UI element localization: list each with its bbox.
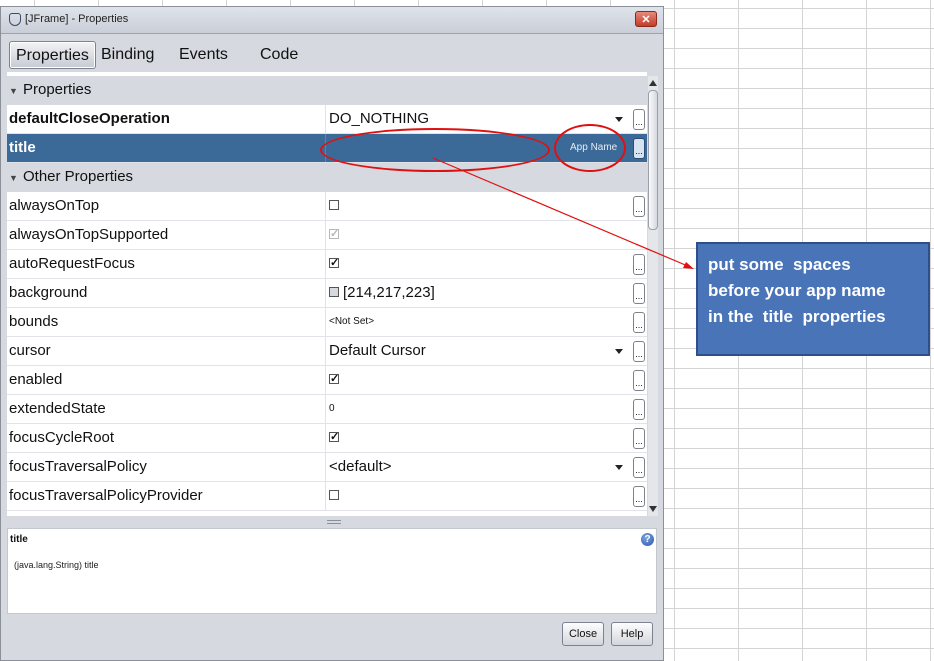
callout-line-3: in the title properties [708,307,886,326]
annotation-callout: put some spaces before your app name in … [696,242,930,356]
callout-line-2: before your app name [708,281,886,300]
callout-line-1: put some spaces [708,255,851,274]
